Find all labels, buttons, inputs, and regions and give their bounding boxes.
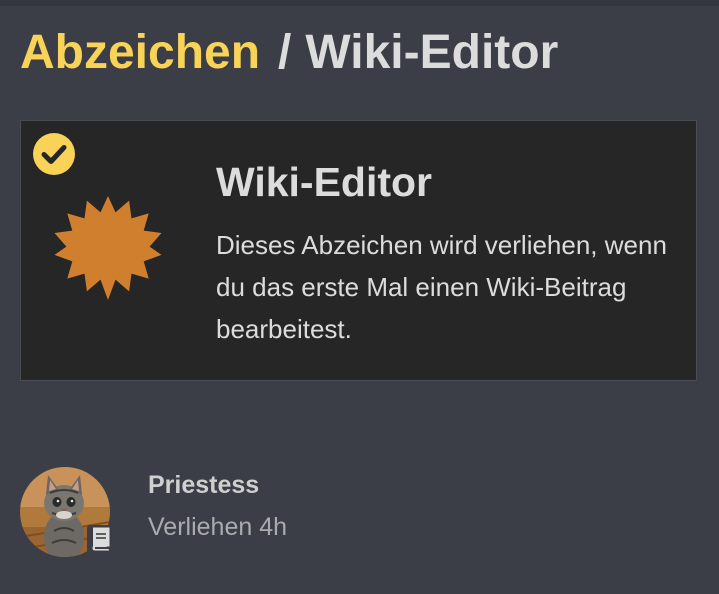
breadcrumb-badges-link[interactable]: Abzeichen [20, 26, 260, 79]
badge-description: Dieses Abzeichen wird verliehen, wenn du… [216, 230, 667, 344]
top-edge [0, 0, 719, 6]
check-circle-icon [33, 133, 75, 175]
badge-page: Abzeichen / Wiki-Editor Wiki-Editor Dieses… [0, 0, 719, 594]
username-link[interactable]: Priestess [148, 471, 259, 500]
breadcrumb-separator: / [278, 26, 292, 79]
badge-title: Wiki-Editor [216, 159, 433, 205]
user-grant-item: Priestess Verliehen 4h [20, 467, 420, 567]
breadcrumb: Abzeichen / Wiki-Editor [20, 24, 558, 82]
granted-time: Verliehen 4h [148, 513, 288, 541]
book-icon [87, 525, 115, 553]
breadcrumb-current: Wiki-Editor [305, 26, 559, 79]
badge-card: Wiki-Editor Dieses Abzeichen wird verlie… [20, 120, 697, 381]
bronze-badge-icon [54, 196, 162, 300]
